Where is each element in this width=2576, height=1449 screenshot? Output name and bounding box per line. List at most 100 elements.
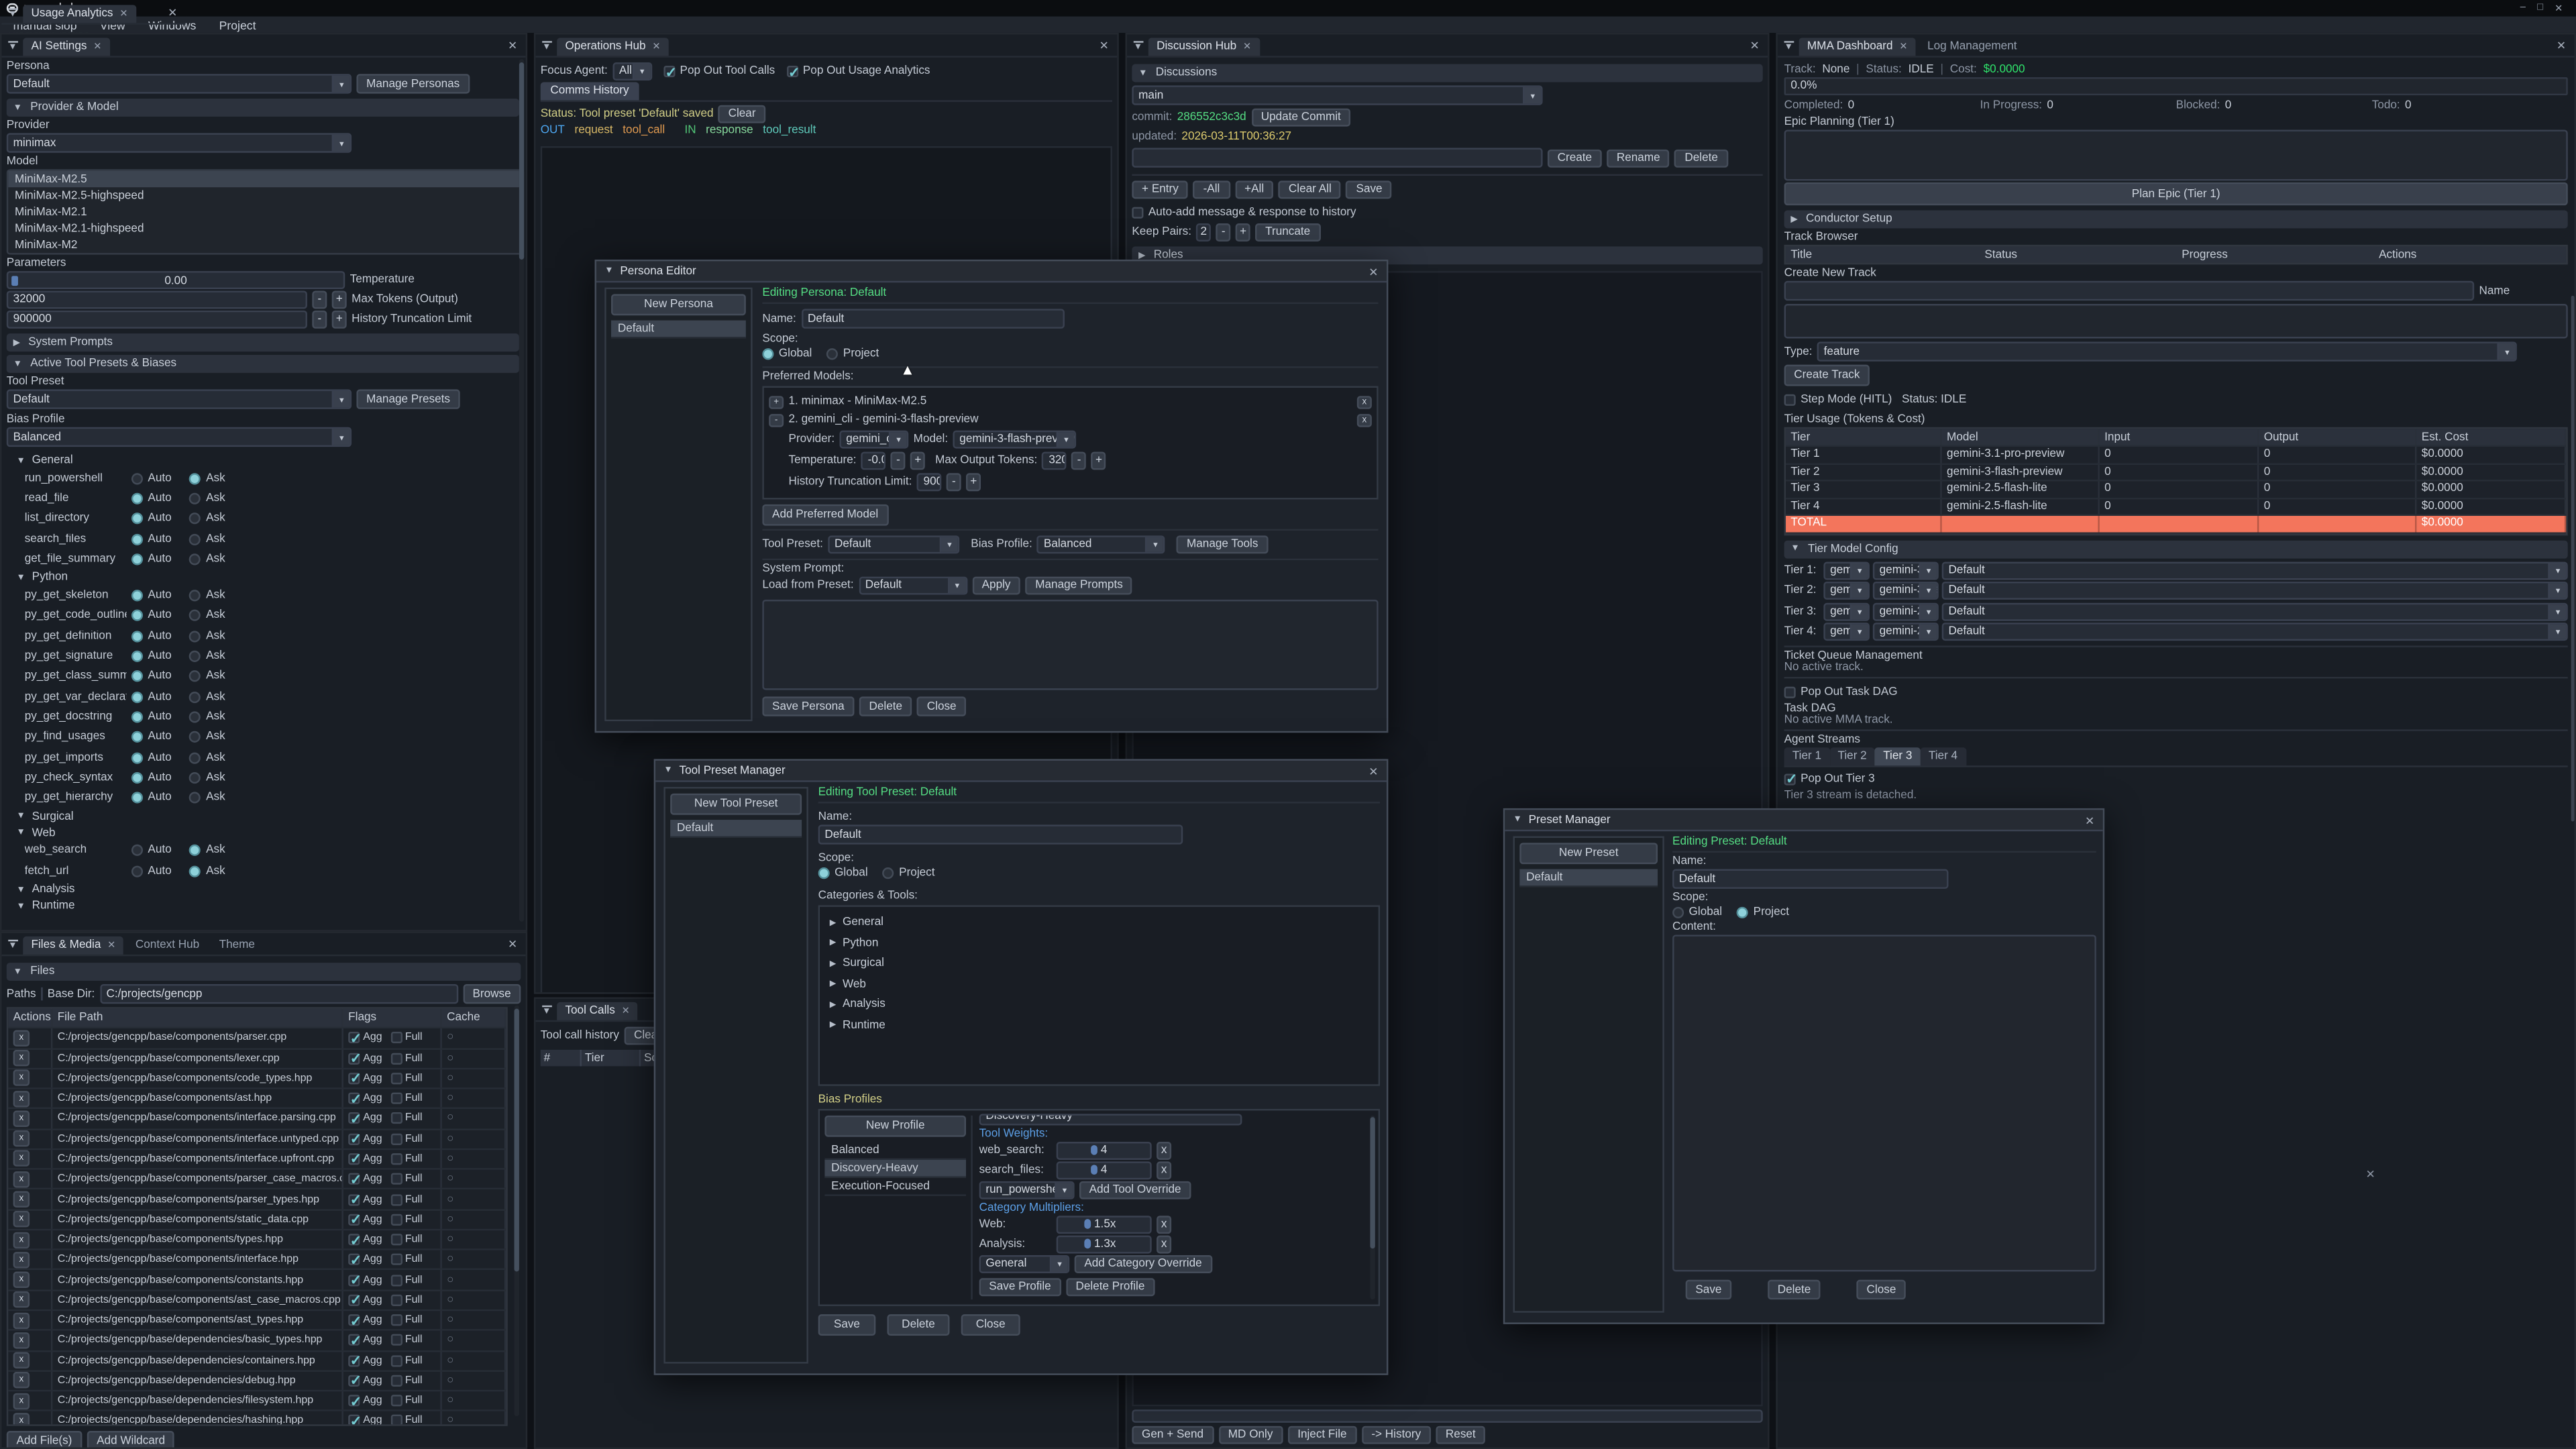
ask-radio[interactable] — [190, 691, 201, 702]
apply-button[interactable]: Apply — [972, 577, 1020, 595]
conductor-setup-section[interactable]: ▶Conductor Setup — [1784, 210, 2568, 228]
bias-profile-item[interactable]: Balanced — [824, 1142, 966, 1160]
save-button[interactable]: Save — [818, 1314, 876, 1336]
save-button[interactable]: Save — [1686, 1280, 1731, 1299]
create-track-button[interactable]: Create Track — [1784, 365, 1870, 386]
decrement-button[interactable]: - — [312, 290, 327, 309]
tab-close-icon[interactable]: ✕ — [1243, 41, 1251, 52]
minus-all-button[interactable]: -All — [1193, 180, 1230, 199]
dialog-close-icon[interactable]: ✕ — [1368, 266, 1378, 280]
pm-model-dropdown[interactable]: gemini-3-flash-preview▼ — [953, 431, 1076, 449]
agg-checkbox[interactable] — [348, 1133, 360, 1144]
decrement-button[interactable]: - — [891, 451, 906, 470]
ask-radio[interactable] — [190, 845, 201, 857]
full-checkbox[interactable] — [390, 1294, 402, 1305]
ask-radio[interactable] — [190, 711, 201, 722]
truncate-button[interactable]: Truncate — [1255, 223, 1320, 241]
scope-project-radio[interactable] — [883, 867, 894, 879]
track-type-dropdown[interactable]: feature▼ — [1817, 341, 2517, 361]
ask-radio[interactable] — [190, 751, 201, 763]
save-persona-button[interactable]: Save Persona — [762, 696, 854, 716]
panel-close-icon[interactable]: ✕ — [508, 938, 517, 951]
agent-stream-tab[interactable]: Tier 4 — [1921, 747, 1966, 765]
move-up-button[interactable]: + — [769, 395, 784, 409]
panel-menu-icon[interactable] — [7, 8, 20, 21]
popout-tool-calls-checkbox[interactable] — [663, 66, 675, 77]
decrement-button[interactable]: - — [1072, 451, 1087, 470]
bias-profile-item[interactable]: Execution-Focused — [824, 1178, 966, 1196]
ask-radio[interactable] — [190, 493, 201, 504]
dialog-close-icon[interactable]: ✕ — [2085, 815, 2094, 828]
discussions-section[interactable]: ▼Discussions — [1132, 64, 1762, 83]
history-limit-input[interactable]: 900000 — [7, 311, 307, 329]
close-button[interactable]: Close — [1857, 1280, 1906, 1299]
tool-preset-name-input[interactable]: Default — [818, 824, 1183, 844]
tool-preset-list-item[interactable]: Default — [670, 820, 802, 838]
popout-tier3-checkbox[interactable] — [1784, 773, 1796, 785]
tool-group-python[interactable]: ▼Python — [7, 570, 519, 586]
manage-personas-button[interactable]: Manage Personas — [356, 74, 470, 93]
tier-model-dropdown[interactable]: gemini-3.1-pro-p▼ — [1873, 562, 1939, 580]
to-history-button[interactable]: -> History — [1362, 1426, 1431, 1444]
window-scrollbar[interactable] — [2570, 296, 2574, 822]
auto-radio[interactable] — [131, 711, 143, 722]
remove-file-button[interactable]: x — [13, 1050, 30, 1066]
scope-global-radio[interactable] — [1672, 907, 1684, 918]
tier-preset-dropdown[interactable]: Default▼ — [1942, 582, 2568, 600]
tier-model-dropdown[interactable]: gemini-2.5-flash▼ — [1873, 623, 1939, 641]
full-checkbox[interactable] — [390, 1113, 402, 1124]
web-search-weight-slider[interactable]: 4 — [1057, 1141, 1152, 1159]
full-checkbox[interactable] — [390, 1032, 402, 1044]
auto-radio[interactable] — [131, 865, 143, 877]
increment-button[interactable]: + — [332, 290, 347, 309]
pm-provider-dropdown[interactable]: gemini_cli▼ — [839, 431, 908, 449]
remove-file-button[interactable]: x — [13, 1332, 30, 1348]
agg-checkbox[interactable] — [348, 1234, 360, 1245]
auto-radio[interactable] — [131, 845, 143, 857]
auto-radio[interactable] — [131, 671, 143, 682]
reset-button[interactable]: Reset — [1436, 1426, 1485, 1444]
focus-agent-dropdown[interactable]: All▼ — [612, 62, 652, 80]
remove-file-button[interactable]: x — [13, 1352, 30, 1368]
tab-context-hub[interactable]: Context Hub — [127, 936, 208, 955]
category-item[interactable]: ▶Web — [824, 973, 1373, 994]
remove-file-button[interactable]: x — [13, 1150, 30, 1167]
bias-profile-item[interactable]: Discovery-Heavy — [824, 1160, 966, 1178]
agg-checkbox[interactable] — [348, 1334, 360, 1346]
increment-button[interactable]: + — [966, 473, 981, 491]
tier-preset-dropdown[interactable]: Default▼ — [1942, 623, 2568, 641]
gen-send-button[interactable]: Gen + Send — [1132, 1426, 1213, 1444]
remove-file-button[interactable]: x — [13, 1171, 30, 1187]
step-mode-checkbox[interactable] — [1784, 394, 1796, 405]
category-item[interactable]: ▶Python — [824, 932, 1373, 953]
update-commit-button[interactable]: Update Commit — [1251, 109, 1351, 127]
pm-max-output-input[interactable]: 32000 — [1042, 451, 1067, 470]
full-checkbox[interactable] — [390, 1093, 402, 1104]
remove-file-button[interactable]: x — [13, 1212, 30, 1228]
auto-radio[interactable] — [131, 533, 143, 545]
agg-checkbox[interactable] — [348, 1032, 360, 1044]
full-checkbox[interactable] — [390, 1133, 402, 1144]
full-checkbox[interactable] — [390, 1173, 402, 1185]
track-description-textarea[interactable] — [1784, 304, 2568, 338]
tier-provider-dropdown[interactable]: gemini▼ — [1823, 562, 1870, 580]
ask-radio[interactable] — [190, 610, 201, 622]
agg-checkbox[interactable] — [348, 1113, 360, 1124]
tab-close-icon[interactable]: ✕ — [622, 1006, 630, 1017]
agg-checkbox[interactable] — [348, 1355, 360, 1366]
tab-log-management[interactable]: Log Management — [1919, 38, 2025, 56]
plan-epic-button[interactable]: Plan Epic (Tier 1) — [1784, 182, 2568, 205]
panel-close-icon[interactable]: ✕ — [168, 7, 177, 20]
discussion-dropdown[interactable]: main▼ — [1132, 85, 1542, 105]
new-tool-preset-button[interactable]: New Tool Preset — [670, 794, 802, 815]
delete-persona-button[interactable]: Delete — [859, 696, 912, 716]
ask-radio[interactable] — [190, 731, 201, 743]
agg-checkbox[interactable] — [348, 1254, 360, 1265]
remove-file-button[interactable]: x — [13, 1393, 30, 1409]
clear-status-button[interactable]: Clear — [718, 105, 765, 123]
auto-radio[interactable] — [131, 590, 143, 601]
temperature-slider[interactable]: 0.00 — [7, 271, 345, 289]
full-checkbox[interactable] — [390, 1274, 402, 1285]
auto-radio[interactable] — [131, 610, 143, 622]
browse-button[interactable]: Browse — [463, 984, 521, 1004]
